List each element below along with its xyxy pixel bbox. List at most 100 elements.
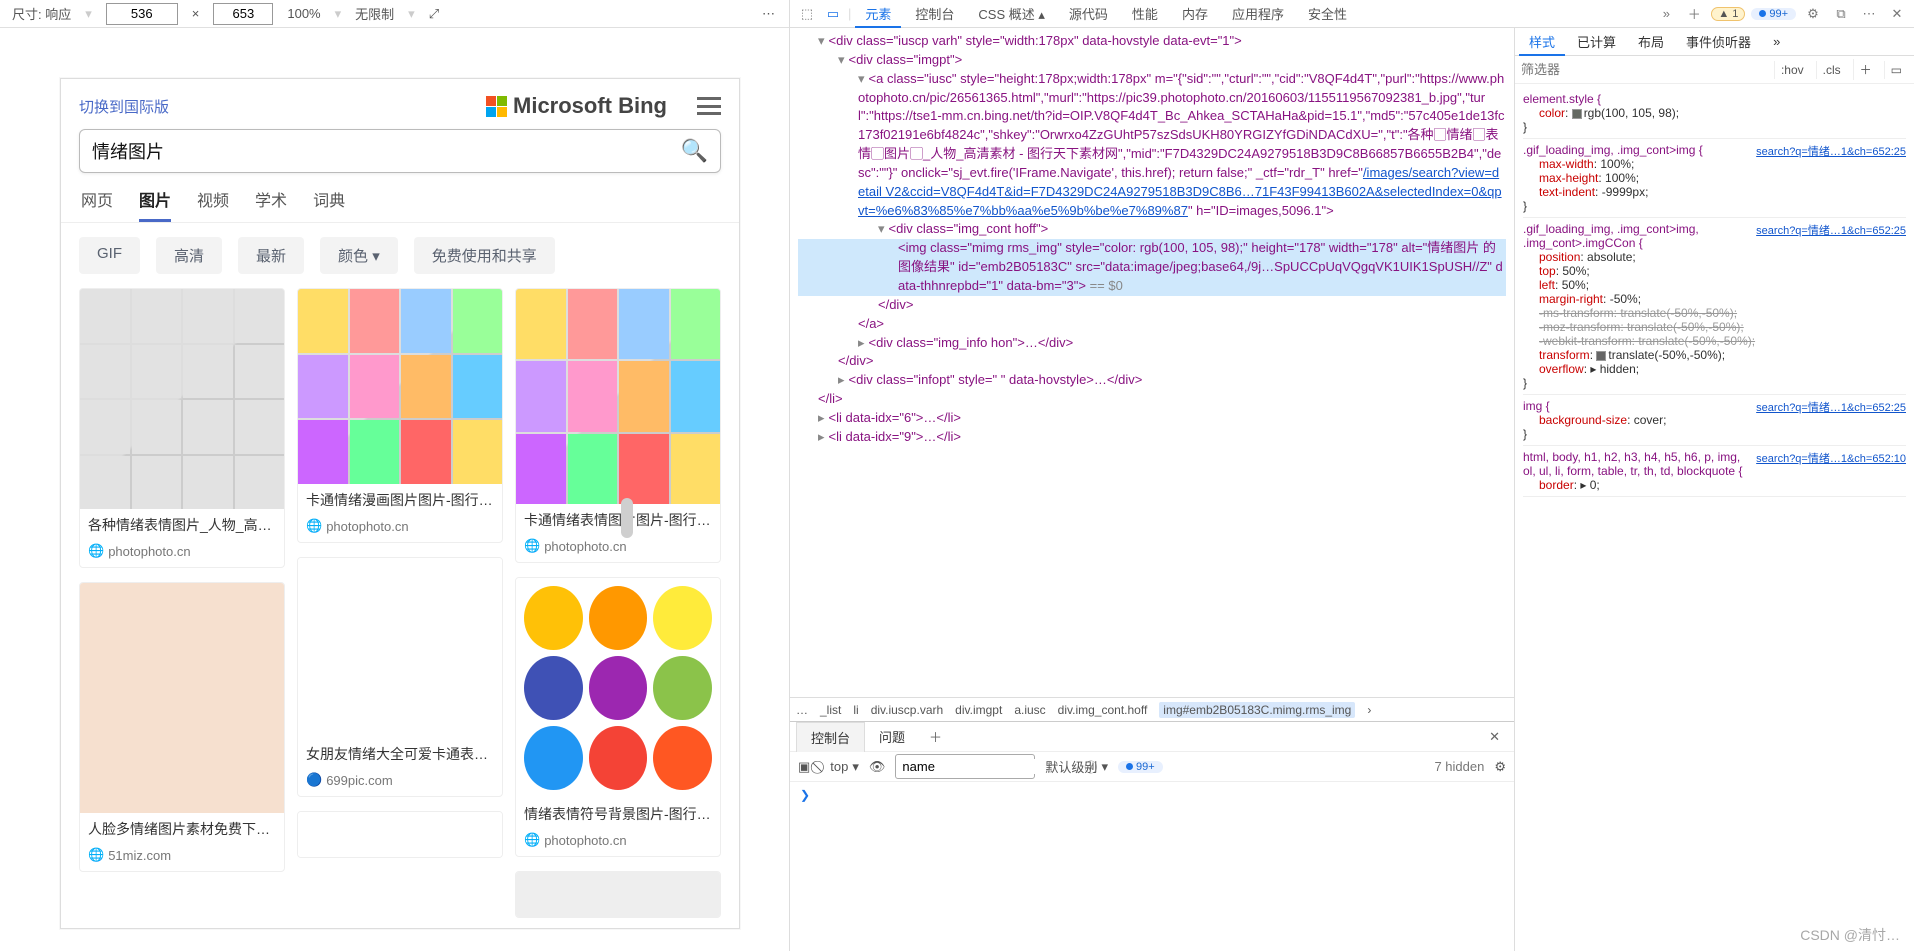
image-result[interactable]: 卡通情绪漫画图片图片-图行… 🌐 photophoto.cn (297, 288, 503, 543)
intl-version-link[interactable]: 切换到国际版 (79, 96, 169, 117)
warnings-badge[interactable]: ▲ 1 (1711, 7, 1745, 21)
dom-breadcrumb[interactable]: … _list li div.iuscp.varh div.imgpt a.iu… (790, 697, 1514, 721)
search-box[interactable]: 🔍 (79, 129, 721, 173)
issues-badge[interactable]: 99+ (1751, 8, 1796, 20)
source-link[interactable]: search?q=情绪…1&ch=652:25 (1756, 222, 1906, 238)
tab-sources[interactable]: 源代码 (1059, 0, 1118, 27)
search-icon[interactable]: 🔍 (681, 138, 708, 164)
filter-latest[interactable]: 最新 (238, 237, 304, 274)
drawer-tab-issues[interactable]: 问题 (865, 722, 919, 751)
tab-images[interactable]: 图片 (139, 187, 171, 222)
tab-academic[interactable]: 学术 (255, 187, 287, 222)
image-result[interactable]: 女朋友情绪大全可爱卡通表… 🔵 699pic.com (297, 557, 503, 797)
devtools-more-icon[interactable]: ⋯ (1858, 3, 1880, 25)
image-result[interactable]: 各种情绪表情图片_人物_高… 🌐 photophoto.cn (79, 288, 285, 568)
dom-node[interactable]: </a> (798, 315, 1506, 334)
crumb-scroll-right-icon[interactable]: › (1367, 703, 1371, 717)
hov-toggle[interactable]: :hov (1774, 61, 1810, 79)
filter-gif[interactable]: GIF (79, 237, 140, 274)
settings-icon[interactable]: ⚙ (1802, 3, 1824, 25)
hamburger-icon[interactable] (697, 97, 721, 115)
styles-more-icon[interactable]: » (1763, 30, 1790, 53)
device-more-icon[interactable]: ⋯ (762, 6, 777, 22)
source-link[interactable]: search?q=情绪…1&ch=652:25 (1756, 143, 1906, 159)
dom-node-selected[interactable]: <img class="mimg rms_img" style="color: … (798, 239, 1506, 296)
inspect-icon[interactable]: ⬚ (796, 3, 818, 25)
dom-node[interactable]: </div> (798, 352, 1506, 371)
zoom-select[interactable]: 100% (287, 6, 320, 21)
console-settings-icon[interactable]: ⚙ (1494, 759, 1506, 775)
tab-application[interactable]: 应用程序 (1222, 0, 1294, 27)
image-title: 卡通情绪表情图片图片-图行… (516, 504, 720, 538)
tab-css-overview[interactable]: CSS 概述 ▴ (968, 0, 1054, 27)
device-mode-icon[interactable]: ▭ (822, 3, 844, 25)
tab-security[interactable]: 安全性 (1298, 0, 1357, 27)
execution-context-select[interactable]: top ▾ (830, 759, 859, 775)
dom-node[interactable]: <a class="iusc" style="height:178px;widt… (798, 70, 1506, 221)
dom-node[interactable]: <div class="imgpt"> (798, 51, 1506, 70)
device-height-input[interactable] (213, 3, 273, 25)
bing-logo: Microsoft Bing (486, 93, 667, 119)
search-input[interactable] (92, 141, 681, 162)
filter-license[interactable]: 免费使用和共享 (414, 237, 555, 274)
styles-sidebar: 样式 已计算 布局 事件侦听器 » :hov .cls ＋ ▭ element.… (1514, 28, 1914, 951)
drawer-tab-console[interactable]: 控制台 (796, 722, 865, 752)
dom-node[interactable]: <div class="img_cont hoff"> (798, 220, 1506, 239)
log-level-select[interactable]: 默认级别 ▾ (1045, 757, 1108, 776)
live-expression-icon[interactable]: 👁 (869, 759, 886, 775)
throttle-select[interactable]: 无限制 (355, 4, 394, 23)
styles-rules[interactable]: element.style { color: rgb(100, 105, 98)… (1515, 84, 1914, 951)
dom-node[interactable]: <div class="infopt" style=" " data-hovst… (798, 371, 1506, 390)
drawer-add-tab-icon[interactable]: ＋ (919, 723, 952, 750)
drawer-close-icon[interactable]: ✕ (1481, 725, 1508, 749)
responsive-size-label[interactable]: 尺寸: 响应 (12, 4, 71, 23)
dom-node[interactable]: <div class="img_info hon">…</div> (798, 334, 1506, 353)
tab-performance[interactable]: 性能 (1122, 0, 1168, 27)
styles-filter-input[interactable] (1521, 62, 1768, 77)
tab-video[interactable]: 视频 (197, 187, 229, 222)
source-link[interactable]: search?q=情绪…1&ch=652:10 (1756, 450, 1906, 466)
styles-tab-layout[interactable]: 布局 (1628, 28, 1674, 55)
cls-toggle[interactable]: .cls (1816, 61, 1847, 79)
device-width-input[interactable] (106, 3, 178, 25)
more-tabs-icon[interactable]: » (1655, 3, 1677, 25)
dom-node[interactable]: <div class="iuscp varh" style="width:178… (798, 32, 1506, 51)
console-prompt: ❯ (800, 788, 810, 802)
console-output[interactable]: ❯ (790, 782, 1514, 951)
filter-color[interactable]: 颜色 ▾ (320, 237, 398, 274)
dom-node[interactable]: <li data-idx="9">…</li> (798, 428, 1506, 447)
close-devtools-icon[interactable]: ✕ (1886, 3, 1908, 25)
dom-node[interactable]: <li data-idx="6">…</li> (798, 409, 1506, 428)
image-source: 🌐 photophoto.cn (80, 543, 284, 567)
image-result[interactable]: 人脸多情绪图片素材免费下… 🌐 51miz.com (79, 582, 285, 872)
image-result[interactable] (297, 811, 503, 858)
add-tab-icon[interactable]: ＋ (1683, 3, 1705, 25)
styles-tab-computed[interactable]: 已计算 (1567, 28, 1626, 55)
image-result[interactable]: 卡通情绪表情图片图片-图行… 🌐 photophoto.cn (515, 288, 721, 563)
tab-dictionary[interactable]: 词典 (313, 187, 345, 222)
tab-elements[interactable]: 元素 (855, 0, 901, 28)
styles-tab-listeners[interactable]: 事件侦听器 (1676, 28, 1761, 55)
filter-hd[interactable]: 高清 (156, 237, 222, 274)
tab-console[interactable]: 控制台 (905, 0, 964, 27)
watermark: CSDN @清忖… (1800, 925, 1900, 945)
new-rule-icon[interactable]: ＋ (1853, 59, 1878, 80)
device-toolbar: 尺寸: 响应 ▾ × 100%▾ 无限制▾ ⤢ ⋯ (0, 0, 789, 28)
preview-scrollbar[interactable] (621, 498, 633, 538)
source-link[interactable]: search?q=情绪…1&ch=652:25 (1756, 399, 1906, 415)
dom-tree[interactable]: <div class="iuscp varh" style="width:178… (790, 28, 1514, 697)
console-filter-input[interactable]: ⓧ (895, 754, 1035, 779)
dock-icon[interactable]: ⧉ (1830, 3, 1852, 25)
dom-node[interactable]: </li> (798, 390, 1506, 409)
tab-web[interactable]: 网页 (81, 187, 113, 222)
console-issues-badge[interactable]: 99+ (1118, 761, 1163, 773)
dom-node[interactable]: </div> (798, 296, 1506, 315)
rotate-icon[interactable]: ⤢ (429, 6, 439, 22)
tab-memory[interactable]: 内存 (1172, 0, 1218, 27)
styles-tab-styles[interactable]: 样式 (1519, 28, 1565, 56)
image-result[interactable] (515, 871, 721, 918)
image-result[interactable]: 情绪表情符号背景图片-图行… 🌐 photophoto.cn (515, 577, 721, 857)
hidden-count[interactable]: 7 hidden (1434, 759, 1484, 774)
console-sidebar-toggle-icon[interactable]: ▣ (798, 759, 810, 775)
computed-toggle-icon[interactable]: ▭ (1884, 61, 1908, 79)
